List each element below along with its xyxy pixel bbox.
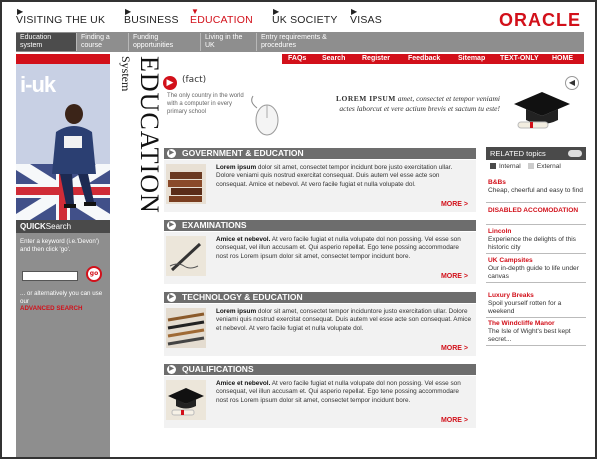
arrow-icon: ▶: [351, 7, 358, 16]
topnav-visiting[interactable]: ▶ VISITING THE UK: [16, 7, 105, 26]
more-link[interactable]: MORE >: [441, 273, 468, 280]
more-link[interactable]: MORE >: [441, 201, 468, 208]
fact-arrow-icon: ▶: [163, 76, 177, 90]
more-link[interactable]: MORE >: [441, 417, 468, 424]
util-text-only[interactable]: TEXT-ONLY: [500, 54, 539, 64]
section-heading[interactable]: ▶ GOVERNMENT & EDUCATION: [164, 148, 476, 159]
left-column: i-uk QUICKSearch Enter a keyword (i.e.'D…: [16, 54, 110, 457]
page-frame: ▶ VISITING THE UK ▶ BUSINESS ▼ EDUCATION ▶ U…: [0, 0, 597, 459]
quicksearch-heading: QUICKSearch: [16, 220, 110, 233]
graduation-cap-image: [166, 380, 206, 420]
internal-swatch: [490, 163, 496, 169]
related-item[interactable]: The Windcliffe Manor The Isle of Wight's …: [486, 320, 586, 346]
arrow-icon: ▶: [167, 293, 176, 302]
quicksearch-input[interactable]: [22, 271, 78, 281]
section-text: Lorem ipsum dolor sit amet, consectet te…: [216, 164, 453, 188]
education-vertical-label: EDUCATION System: [114, 56, 164, 226]
arrow-icon: ▶: [167, 365, 176, 374]
i-uk-logo: i-uk: [20, 72, 56, 97]
section-heading[interactable]: ▶ TECHNOLOGY & EDUCATION: [164, 292, 476, 303]
util-feedback[interactable]: Feedback: [408, 54, 440, 64]
section-body: Lorem ipsum dolor sit amet, consectet te…: [164, 160, 476, 212]
section-body: Amice et nebevol. At vero facile fugiat …: [164, 376, 476, 428]
quicksearch-alt-text: ... or alternatively you can use our: [20, 290, 103, 305]
related-legend: Internal External: [490, 163, 561, 170]
arrow-icon: ▶: [167, 221, 176, 230]
section-text: Lorem ipsum dolor sit amet, consectet te…: [216, 308, 472, 332]
books-stack-image: [166, 164, 206, 204]
subnav-living[interactable]: Living in the UK: [200, 33, 256, 51]
section-text: Amice et nebevol. At vero facile fugiat …: [216, 236, 461, 260]
section-heading[interactable]: ▶ QUALIFICATIONS: [164, 364, 476, 375]
arrow-icon: ▶: [167, 149, 176, 158]
top-navigation: ▶ VISITING THE UK ▶ BUSINESS ▼ EDUCATION ▶ U…: [8, 7, 593, 34]
advanced-search-link[interactable]: ADVANCED SEARCH: [20, 305, 82, 312]
arrow-down-icon: ▼: [191, 7, 200, 16]
topnav-business[interactable]: ▶ BUSINESS: [124, 7, 179, 26]
section-text: Amice et nebevol. At vero facile fugiat …: [216, 380, 461, 404]
oracle-logo[interactable]: ORACLE: [499, 10, 581, 31]
pencils-image: [166, 308, 206, 348]
related-item[interactable]: B&Bs Cheap, cheerful and easy to find: [486, 179, 586, 203]
computer-mouse-icon: [251, 95, 279, 136]
subnav-entry-requirements[interactable]: Entry requirements & procedures: [256, 33, 346, 51]
arrow-icon: ▶: [17, 7, 24, 16]
topnav-uk-society[interactable]: ▶ UK SOCIETY: [272, 7, 338, 26]
section-body: Amice et nebevol. At vero facile fugiat …: [164, 232, 476, 284]
sub-navigation: Education system Finding a course Fundin…: [16, 32, 584, 52]
arrow-icon: ▶: [125, 7, 132, 16]
pen-writing-image: [166, 236, 206, 276]
hero-image: i-uk: [16, 54, 110, 220]
utility-bar: FAQs Search Register Feedback Sitemap TE…: [282, 54, 584, 64]
related-item[interactable]: Luxury Breaks Spoil yourself rotten for a…: [486, 292, 586, 318]
util-sitemap[interactable]: Sitemap: [458, 54, 485, 64]
toggle-switch[interactable]: [568, 150, 582, 157]
util-register[interactable]: Register: [362, 54, 390, 64]
arrow-icon: ▶: [273, 7, 280, 16]
more-link[interactable]: MORE >: [441, 345, 468, 352]
subnav-finding-course[interactable]: Finding a course: [76, 33, 128, 51]
subnav-education-system[interactable]: Education system: [16, 33, 76, 51]
fact-title: (fact): [182, 75, 207, 85]
carousel-prev-button[interactable]: ◀: [565, 76, 579, 90]
fact-text: The only country in the world with a com…: [167, 93, 244, 115]
util-home[interactable]: HOME: [552, 54, 573, 64]
util-faqs[interactable]: FAQs: [288, 54, 306, 64]
topnav-visas[interactable]: ▶ VISAS: [350, 7, 382, 26]
quicksearch-instructions: Enter a keyword (i.e.'Devon') and then c…: [20, 238, 100, 253]
subnav-funding[interactable]: Funding opportunities: [128, 33, 200, 51]
util-search[interactable]: Search: [322, 54, 345, 64]
related-item[interactable]: DISABLED ACCOMODATION: [486, 207, 586, 225]
education-title: EDUCATION: [135, 56, 164, 214]
external-swatch: [527, 163, 534, 169]
system-subtitle: System: [119, 56, 133, 92]
related-item[interactable]: Lincoln Experience the delights of this h…: [486, 228, 586, 254]
section-heading[interactable]: ▶ EXAMINATIONS: [164, 220, 476, 231]
related-item[interactable]: UK Campsites Our in-depth guide to life u…: [486, 257, 586, 283]
graduation-cap-icon: [514, 92, 570, 129]
topnav-education[interactable]: ▼ EDUCATION: [190, 7, 253, 26]
go-button[interactable]: go: [86, 266, 102, 282]
section-body: Lorem ipsum dolor sit amet, consectet te…: [164, 304, 476, 356]
promo-text: LOREM IPSUM amet, consectet et tempor ve…: [335, 94, 500, 113]
